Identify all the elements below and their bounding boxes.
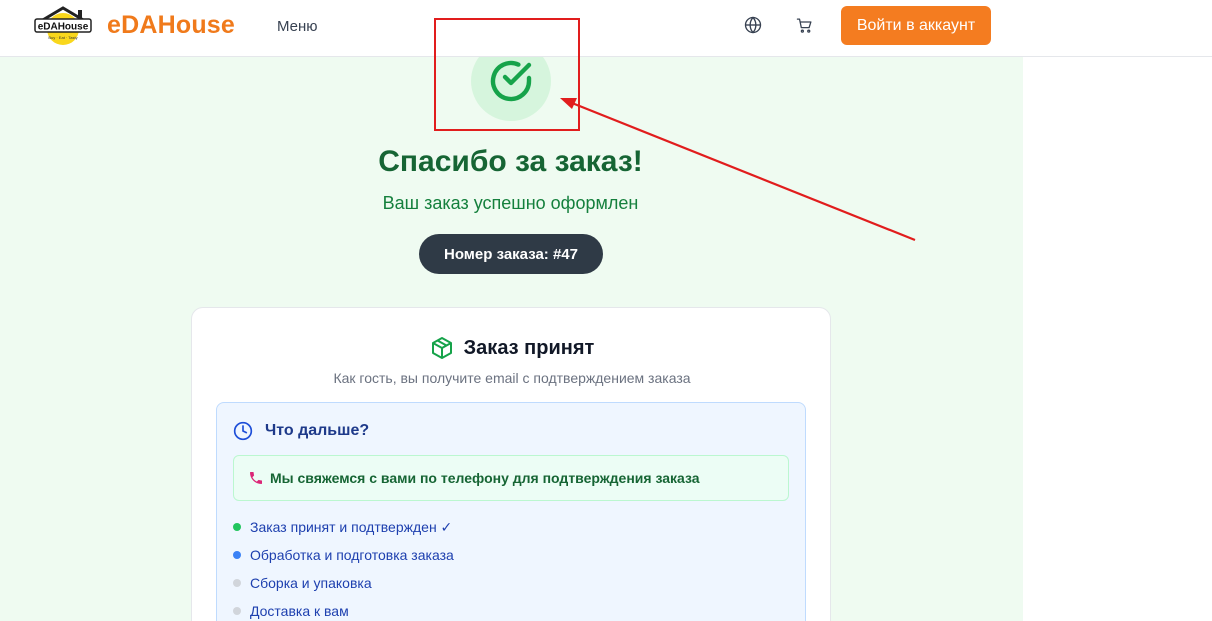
annotation-arrow: [560, 98, 916, 242]
page: eDAHouse Buy · Eat · Tasty eDAHouse Меню…: [0, 0, 1212, 621]
